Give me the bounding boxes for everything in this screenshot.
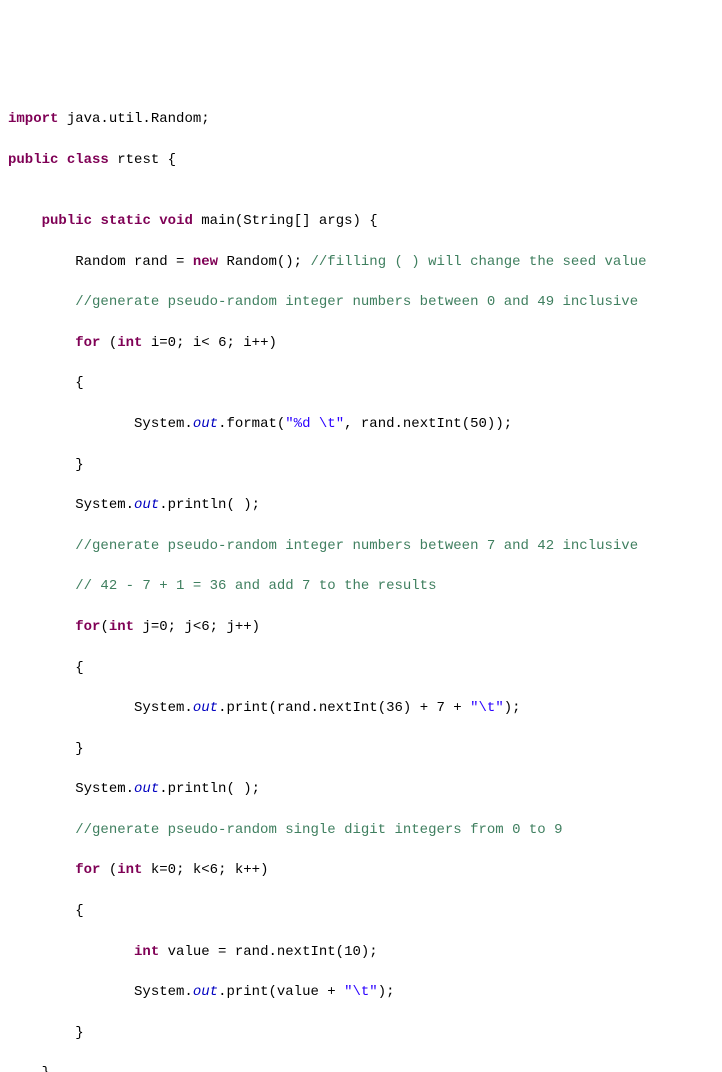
code-line: for (int i=0; i< 6; i++)	[8, 333, 714, 353]
code-text	[58, 152, 66, 168]
code-text: j=0; j<6; j++)	[134, 619, 260, 635]
keyword-int: int	[117, 862, 142, 878]
field-out: out	[134, 497, 159, 513]
code-text: Random rand =	[8, 254, 193, 270]
code-text: }	[8, 1065, 50, 1072]
code-line: System.out.println( );	[8, 779, 714, 799]
code-line: //generate pseudo-random single digit in…	[8, 820, 714, 840]
comment: // 42 - 7 + 1 = 36 and add 7 to the resu…	[75, 578, 436, 594]
code-text: );	[378, 984, 395, 1000]
code-text: System.	[8, 497, 134, 513]
code-text: System.	[8, 781, 134, 797]
keyword-int: int	[134, 944, 159, 960]
code-text	[8, 578, 75, 594]
code-text	[8, 862, 75, 878]
code-line: int value = rand.nextInt(10);	[8, 942, 714, 962]
code-text: , rand.nextInt(50));	[344, 416, 512, 432]
string-literal: "%d \t"	[285, 416, 344, 432]
keyword-for: for	[75, 335, 100, 351]
string-literal: "\t"	[344, 984, 378, 1000]
code-text	[8, 294, 75, 310]
field-out: out	[134, 781, 159, 797]
code-text: java.util.Random;	[58, 111, 209, 127]
code-text: (	[100, 619, 108, 635]
comment: //generate pseudo-random integer numbers…	[75, 294, 638, 310]
code-line: //generate pseudo-random integer numbers…	[8, 292, 714, 312]
code-text: (	[100, 862, 117, 878]
field-out: out	[193, 416, 218, 432]
field-out: out	[193, 700, 218, 716]
keyword-int: int	[109, 619, 134, 635]
code-line: public class rtest {	[8, 150, 714, 170]
code-line: }	[8, 1023, 714, 1043]
code-line: System.out.print(rand.nextInt(36) + 7 + …	[8, 698, 714, 718]
code-text: Random();	[218, 254, 310, 270]
code-line: for(int j=0; j<6; j++)	[8, 617, 714, 637]
code-text: .print(value +	[218, 984, 344, 1000]
code-line: System.out.format("%d \t", rand.nextInt(…	[8, 414, 714, 434]
code-text	[8, 944, 134, 960]
code-text: System.	[8, 416, 193, 432]
comment: //generate pseudo-random single digit in…	[75, 822, 562, 838]
code-text: {	[8, 660, 84, 676]
code-text: .println( );	[159, 497, 260, 513]
keyword-class: class	[67, 152, 109, 168]
code-text: main(String[] args) {	[193, 213, 378, 229]
code-line: public static void main(String[] args) {	[8, 211, 714, 231]
code-line: System.out.print(value + "\t");	[8, 982, 714, 1002]
keyword-void: void	[159, 213, 193, 229]
code-text: }	[8, 741, 84, 757]
keyword-for: for	[75, 619, 100, 635]
code-text: .println( );	[159, 781, 260, 797]
code-text: }	[8, 457, 84, 473]
code-text: .format(	[218, 416, 285, 432]
code-text	[8, 538, 75, 554]
keyword-public: public	[8, 152, 58, 168]
code-line: }	[8, 739, 714, 759]
code-text: {	[8, 375, 84, 391]
code-text: k=0; k<6; k++)	[142, 862, 268, 878]
code-text: rtest {	[109, 152, 176, 168]
code-text	[8, 335, 75, 351]
code-text: System.	[8, 700, 193, 716]
code-text	[151, 213, 159, 229]
keyword-new: new	[193, 254, 218, 270]
code-text: value = rand.nextInt(10);	[159, 944, 377, 960]
code-line: {	[8, 373, 714, 393]
string-literal: "\t"	[470, 700, 504, 716]
code-text: (	[100, 335, 117, 351]
code-text: i=0; i< 6; i++)	[142, 335, 276, 351]
code-line: // 42 - 7 + 1 = 36 and add 7 to the resu…	[8, 576, 714, 596]
code-line: Random rand = new Random(); //filling ( …	[8, 252, 714, 272]
code-text: System.	[8, 984, 193, 1000]
code-text	[8, 213, 42, 229]
code-text: .print(rand.nextInt(36) + 7 +	[218, 700, 470, 716]
comment: //generate pseudo-random integer numbers…	[75, 538, 638, 554]
keyword-for: for	[75, 862, 100, 878]
code-line: System.out.println( );	[8, 495, 714, 515]
code-line: {	[8, 901, 714, 921]
code-line: {	[8, 658, 714, 678]
field-out: out	[193, 984, 218, 1000]
keyword-static: static	[100, 213, 150, 229]
comment: //filling ( ) will change the seed value	[310, 254, 646, 270]
keyword-int: int	[117, 335, 142, 351]
code-text: {	[8, 903, 84, 919]
code-block: import java.util.Random; public class rt…	[8, 89, 714, 1072]
keyword-public: public	[42, 213, 92, 229]
code-line: }	[8, 455, 714, 475]
code-line: for (int k=0; k<6; k++)	[8, 860, 714, 880]
code-text: );	[504, 700, 521, 716]
code-text	[8, 619, 75, 635]
code-line: }	[8, 1063, 714, 1072]
code-text	[8, 822, 75, 838]
code-line: import java.util.Random;	[8, 109, 714, 129]
keyword-import: import	[8, 111, 58, 127]
code-text: }	[8, 1025, 84, 1041]
code-line: //generate pseudo-random integer numbers…	[8, 536, 714, 556]
